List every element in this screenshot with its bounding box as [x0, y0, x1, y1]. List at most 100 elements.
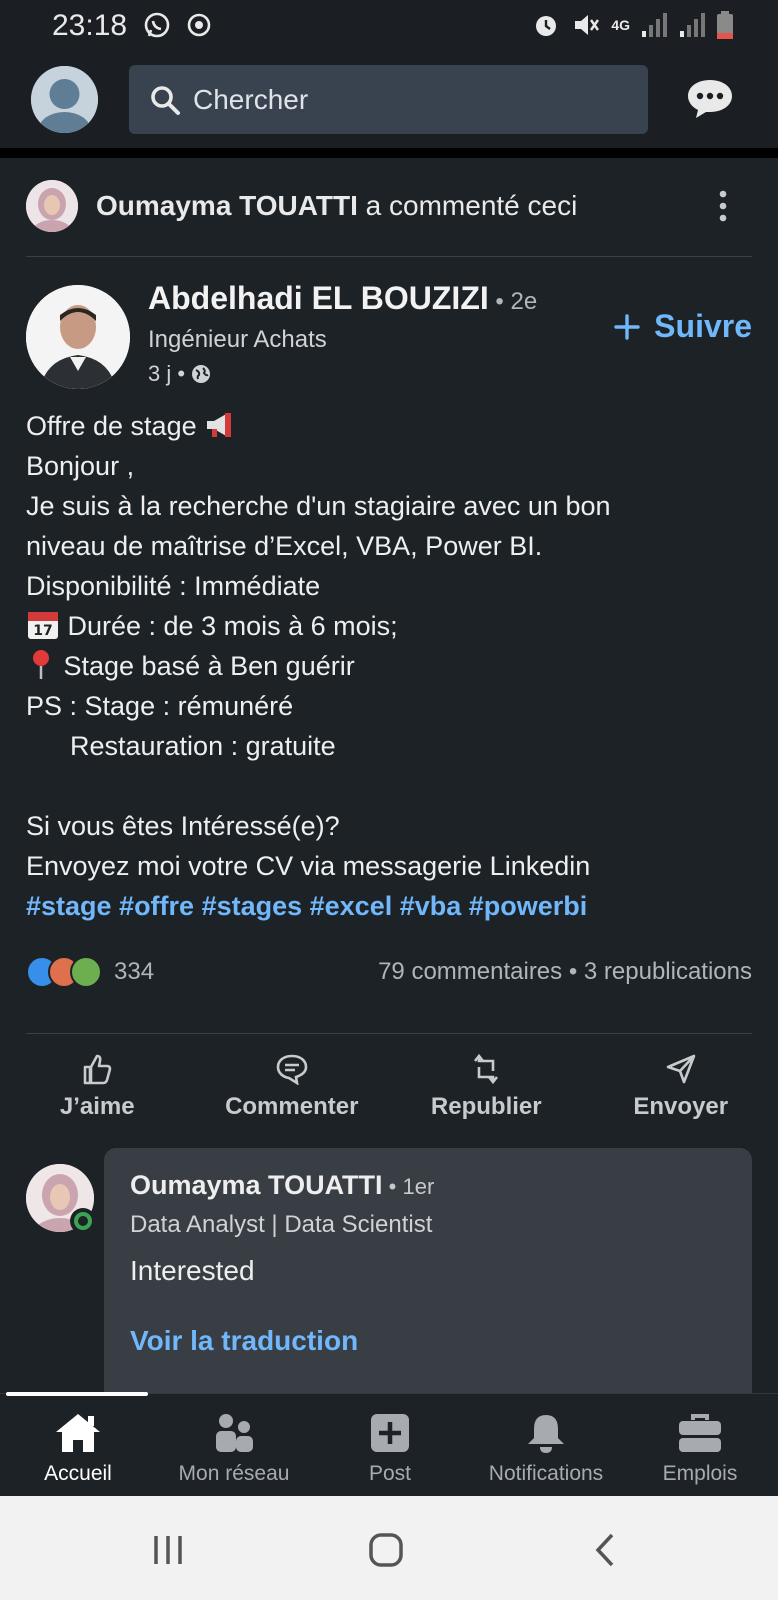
feed-divider — [0, 148, 778, 158]
messaging-button[interactable] — [686, 78, 734, 125]
network-type: 4G — [611, 17, 630, 33]
send-icon — [666, 1054, 696, 1084]
profile-placeholder-icon — [31, 66, 98, 133]
nav-post-label: Post — [368, 1462, 412, 1485]
nav-home-label: Accueil — [44, 1462, 112, 1485]
thumbs-up-icon — [83, 1054, 112, 1085]
comment-author[interactable]: Oumayma TOUATTI — [130, 1170, 383, 1200]
active-tab-indicator — [6, 1392, 148, 1396]
repost-button[interactable]: Republier — [389, 1042, 584, 1132]
chat-bubble-icon — [688, 80, 732, 118]
more-options-icon[interactable] — [716, 188, 730, 224]
repost-label: Republier — [430, 1093, 542, 1120]
status-bar: 23:18 4G — [0, 0, 778, 50]
plus-icon — [614, 313, 640, 340]
comment-repost-counts[interactable]: 79 commentaires • 3 republications — [378, 958, 752, 986]
comment-label: Commenter — [225, 1093, 359, 1120]
like-label: J’aime — [59, 1093, 135, 1120]
comment-icon — [276, 1054, 308, 1085]
author-name[interactable]: Abdelhadi EL BOUZIZI — [148, 280, 489, 316]
pin-icon — [33, 650, 49, 679]
send-button[interactable]: Envoyer — [584, 1042, 778, 1132]
top-bar: Chercher — [0, 50, 778, 148]
post-line: Envoyez moi votre CV via messagerie Link… — [26, 851, 591, 881]
comment-author-headline: Data Analyst | Data Scientist — [130, 1211, 433, 1238]
home-icon — [56, 1414, 100, 1452]
comment-degree: • 1er — [382, 1174, 435, 1199]
author-avatar[interactable] — [26, 285, 130, 389]
post-line: niveau de maîtrise d’Excel, VBA, Power B… — [26, 531, 543, 561]
nav-notifications-label: Notifications — [488, 1462, 604, 1485]
plus-square-icon — [371, 1414, 409, 1452]
like-button[interactable]: J’aime — [0, 1042, 195, 1132]
post-line: PS : Stage : rémunéré — [26, 691, 294, 721]
post-context-text: Oumayma TOUATTI a commenté ceci — [96, 190, 577, 222]
bottom-navigation: Accueil Mon réseau Post Notifications Em… — [0, 1392, 778, 1496]
bell-icon — [528, 1415, 564, 1453]
nav-jobs[interactable]: Emplois — [622, 1412, 778, 1486]
system-navigation-bar — [0, 1496, 778, 1600]
alarm-icon — [536, 16, 557, 36]
search-icon — [151, 85, 180, 115]
post-line: Si vous êtes Intéressé(e)? — [26, 811, 340, 841]
post-line: Restauration : gratuite — [70, 731, 336, 761]
post-context-header: Oumayma TOUATTI a commenté ceci — [26, 180, 754, 232]
commenter-avatar-small[interactable] — [26, 180, 78, 232]
context-name[interactable]: Oumayma TOUATTI — [96, 190, 358, 221]
signal-icon — [642, 13, 667, 37]
post-time: 3 j • — [148, 361, 186, 386]
battery-icon — [717, 11, 733, 39]
globe-icon — [192, 365, 211, 383]
post-line: Disponibilité : Immédiate — [26, 571, 321, 601]
author-name-line: Abdelhadi EL BOUZIZI • 2e — [148, 280, 537, 317]
nav-jobs-label: Emplois — [662, 1462, 738, 1485]
profile-avatar[interactable] — [31, 66, 98, 133]
feed-post-card: Oumayma TOUATTI a commenté ceci Abdelhad… — [0, 158, 778, 1393]
comment-bubble: Oumayma TOUATTI • 1er Data Analyst | Dat… — [104, 1148, 752, 1393]
home-button-icon[interactable] — [368, 1532, 404, 1568]
svg-text:17: 17 — [33, 623, 52, 639]
reaction-count[interactable]: 334 — [114, 958, 154, 986]
back-icon[interactable] — [588, 1532, 624, 1568]
comment-author-line: Oumayma TOUATTI • 1er — [130, 1170, 726, 1201]
see-translation-link[interactable]: Voir la traduction — [130, 1325, 726, 1357]
post-line: 17 Durée : de 3 mois à 6 mois; — [26, 606, 752, 646]
post-meta: 3 j • — [148, 361, 211, 387]
post-line: Bonjour , — [26, 451, 135, 481]
sync-icon — [187, 13, 211, 37]
post-actions: J’aime Commenter Republier Envoyer — [0, 1042, 778, 1132]
person-hijab-icon — [26, 180, 78, 232]
reaction-icons[interactable] — [26, 956, 102, 988]
nav-notifications[interactable]: Notifications — [468, 1412, 624, 1486]
context-action: a commenté ceci — [357, 190, 578, 221]
celebrate-reaction-icon — [70, 956, 102, 988]
nav-network[interactable]: Mon réseau — [156, 1412, 312, 1486]
connection-degree: • 2e — [488, 288, 538, 315]
post-body: Offre de stage Bonjour , Je suis à la re… — [26, 406, 752, 926]
post-hashtags[interactable]: #stage #offre #stages #excel #vba #power… — [26, 886, 752, 926]
search-placeholder: Chercher — [193, 83, 309, 115]
nav-post[interactable]: Post — [312, 1412, 468, 1486]
megaphone-icon — [207, 413, 232, 437]
status-time: 23:18 — [52, 9, 128, 42]
social-counts: 334 79 commentaires • 3 republications — [26, 952, 752, 992]
post-line: Offre de stage — [26, 406, 752, 446]
recent-apps-icon[interactable] — [150, 1532, 186, 1568]
comment-text: Interested — [130, 1255, 255, 1286]
author-photo-icon — [26, 285, 130, 389]
follow-label: Suivre — [654, 308, 752, 344]
search-bar[interactable]: Chercher — [129, 65, 648, 134]
repost-icon — [474, 1053, 499, 1085]
divider — [26, 256, 752, 257]
nav-home[interactable]: Accueil — [0, 1412, 156, 1486]
nav-network-label: Mon réseau — [178, 1462, 290, 1485]
follow-button[interactable]: Suivre — [614, 308, 752, 345]
mute-icon — [575, 15, 600, 35]
send-label: Envoyer — [633, 1093, 729, 1120]
divider — [26, 1033, 752, 1034]
whatsapp-icon — [144, 12, 170, 38]
comment-button[interactable]: Commenter — [195, 1042, 390, 1132]
author-headline: Ingénieur Achats — [148, 326, 327, 353]
post-line: Je suis à la recherche d'un stagiaire av… — [26, 491, 611, 521]
